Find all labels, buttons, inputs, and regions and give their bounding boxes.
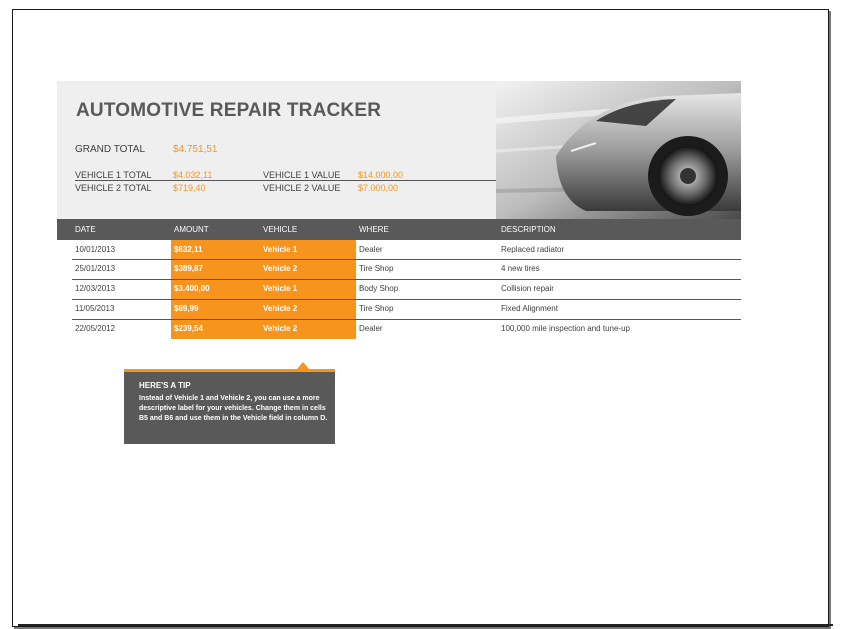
cell-amount[interactable]: $89,99: [174, 304, 198, 313]
cell-vehicle[interactable]: Vehicle 1: [263, 245, 297, 254]
cell-description[interactable]: 4 new tires: [501, 264, 540, 273]
tip-title: HERE'S A TIP: [139, 381, 191, 390]
cell-description[interactable]: Fixed Alignment: [501, 304, 558, 313]
cell-where[interactable]: Dealer: [359, 324, 383, 333]
cell-date[interactable]: 12/03/2013: [75, 284, 115, 293]
cell-vehicle[interactable]: Vehicle 2: [263, 324, 297, 333]
vehicle2-value-label: VEHICLE 2 VALUE: [263, 183, 341, 193]
cell-where[interactable]: Tire Shop: [359, 304, 393, 313]
cell-date[interactable]: 25/01/2013: [75, 264, 115, 273]
table-header: [57, 219, 741, 240]
vehicle2-value: $7.000,00: [358, 183, 399, 193]
tip-pointer-icon: [297, 362, 309, 369]
cell-amount[interactable]: $389,87: [174, 264, 203, 273]
cell-description[interactable]: Collision repair: [501, 284, 554, 293]
row-divider: [72, 319, 741, 320]
cell-amount[interactable]: $3.400,00: [174, 284, 210, 293]
cell-where[interactable]: Tire Shop: [359, 264, 393, 273]
vehicle1-value: $14.000,00: [358, 170, 404, 180]
cell-date[interactable]: 11/05/2013: [75, 304, 114, 313]
column-header-where[interactable]: WHERE: [359, 225, 389, 234]
cell-where[interactable]: Body Shop: [359, 284, 398, 293]
cell-amount[interactable]: $239,54: [174, 324, 203, 333]
cell-where[interactable]: Dealer: [359, 245, 383, 254]
grand-total-value: $4.751,51: [173, 144, 218, 155]
tip-text: Instead of Vehicle 1 and Vehicle 2, you …: [139, 395, 328, 422]
vehicle1-total-label: VEHICLE 1 TOTAL: [75, 170, 152, 180]
cell-date[interactable]: 10/01/2013: [75, 245, 115, 254]
page-title: AUTOMOTIVE REPAIR TRACKER: [76, 100, 382, 121]
cell-description[interactable]: 100,000 mile inspection and tune-up: [501, 324, 630, 333]
page-bottom-rule: [18, 624, 833, 626]
vehicle2-total-label: VEHICLE 2 TOTAL: [75, 183, 152, 193]
column-header-amount[interactable]: AMOUNT: [174, 225, 209, 234]
summary-divider: [75, 180, 496, 181]
column-header-description[interactable]: DESCRIPTION: [501, 225, 556, 234]
cell-date[interactable]: 22/05/2012: [75, 324, 115, 333]
car-photo: [496, 81, 741, 219]
cell-vehicle[interactable]: Vehicle 1: [263, 284, 297, 293]
cell-amount[interactable]: $632,11: [174, 245, 202, 254]
row-divider: [72, 279, 741, 280]
cell-vehicle[interactable]: Vehicle 2: [263, 304, 297, 313]
row-divider: [72, 259, 741, 260]
cell-description[interactable]: Replaced radiator: [501, 245, 564, 254]
vehicle1-value-label: VEHICLE 1 VALUE: [263, 170, 341, 180]
vehicle2-total-value: $719,40: [173, 183, 206, 193]
column-header-vehicle[interactable]: VEHICLE: [263, 225, 297, 234]
tip-accent-bar: [124, 369, 335, 372]
column-header-date[interactable]: DATE: [75, 225, 96, 234]
row-divider: [72, 299, 741, 300]
cell-vehicle[interactable]: Vehicle 2: [263, 264, 297, 273]
grand-total-label: GRAND TOTAL: [75, 144, 146, 155]
vehicle1-total-value: $4.032,11: [173, 170, 213, 180]
